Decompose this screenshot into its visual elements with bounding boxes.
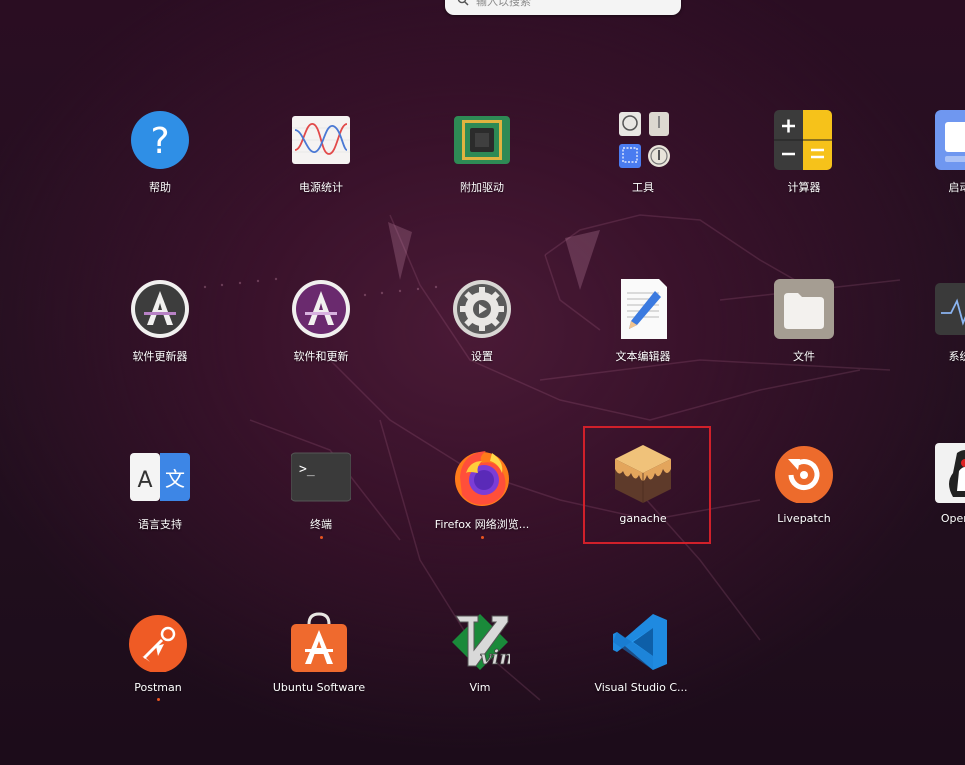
software-updater-icon	[130, 279, 190, 339]
app-label: Visual Studio C...	[594, 681, 688, 694]
startup-applications-icon	[935, 110, 965, 170]
app-ubuntu-software[interactable]: Ubuntu Software	[254, 612, 384, 732]
software-and-updates-icon	[291, 279, 351, 339]
app-files[interactable]: 文件	[739, 279, 869, 399]
livepatch-icon	[774, 443, 834, 503]
text-editor-icon	[613, 279, 673, 339]
app-label: 启动应	[948, 181, 965, 194]
help-icon: ?	[130, 110, 190, 170]
app-label: Postman	[134, 681, 182, 694]
postman-icon	[128, 612, 188, 672]
svg-text:A: A	[137, 468, 152, 493]
settings-icon	[452, 279, 512, 339]
app-label: 语言支持	[138, 518, 182, 531]
app-text-editor[interactable]: 文本编辑器	[578, 279, 708, 399]
app-openjdk[interactable]: OpenJDK	[900, 443, 965, 563]
app-label: Vim	[469, 681, 491, 694]
app-label: 文件	[793, 350, 815, 363]
app-system-monitor[interactable]: 系统监	[900, 279, 965, 399]
vim-icon: vim	[450, 612, 510, 672]
vscode-icon	[611, 612, 671, 672]
svg-text:文: 文	[165, 467, 185, 491]
app-label: Livepatch	[777, 512, 831, 525]
app-help[interactable]: ? 帮助	[95, 110, 225, 230]
app-label: 帮助	[149, 181, 171, 194]
app-software-and-updates[interactable]: 软件和更新	[256, 279, 386, 399]
files-icon	[774, 279, 834, 339]
ubuntu-software-icon	[289, 612, 349, 672]
system-monitor-icon	[935, 279, 965, 339]
calculator-icon	[774, 110, 834, 170]
language-support-icon: A 文	[130, 447, 190, 507]
app-label: 文本编辑器	[615, 350, 671, 363]
power-statistics-icon	[291, 110, 351, 170]
firefox-icon	[452, 447, 512, 507]
search-input[interactable]	[476, 0, 656, 8]
app-label: 终端	[310, 518, 332, 531]
app-language-support[interactable]: A 文 语言支持	[95, 447, 225, 567]
app-terminal[interactable]: >_ 终端	[256, 447, 386, 567]
app-vim[interactable]: vim Vim	[415, 612, 545, 732]
app-label: 电源统计	[299, 181, 343, 194]
app-label: Ubuntu Software	[272, 681, 366, 694]
app-vscode[interactable]: Visual Studio C...	[576, 612, 706, 732]
app-label: Firefox 网络浏览...	[434, 518, 530, 531]
app-label: OpenJDK	[940, 512, 965, 525]
running-indicator	[156, 698, 160, 701]
app-label: 设置	[471, 350, 493, 363]
app-software-updater[interactable]: 软件更新器	[95, 279, 225, 399]
app-label: 系统监	[948, 350, 965, 363]
app-label: 软件和更新	[293, 350, 349, 363]
app-startup-applications[interactable]: 启动应	[900, 110, 965, 230]
svg-text:vim: vim	[480, 645, 510, 669]
app-power-statistics[interactable]: 电源统计	[256, 110, 386, 230]
additional-drivers-icon	[452, 110, 512, 170]
app-livepatch[interactable]: Livepatch	[739, 443, 869, 563]
openjdk-icon	[935, 443, 965, 503]
app-additional-drivers[interactable]: 附加驱动	[417, 110, 547, 230]
app-label: 计算器	[787, 181, 821, 194]
app-utilities-folder[interactable]: 工具	[578, 110, 708, 230]
utilities-folder-icon	[613, 110, 673, 170]
app-label: 附加驱动	[460, 181, 504, 194]
svg-text:>_: >_	[299, 462, 315, 477]
app-firefox[interactable]: Firefox 网络浏览...	[417, 447, 547, 567]
running-indicator	[480, 536, 484, 539]
terminal-icon: >_	[291, 447, 351, 507]
search-field[interactable]	[445, 0, 681, 15]
app-calculator[interactable]: 计算器	[739, 110, 869, 230]
app-label: 软件更新器	[132, 350, 188, 363]
app-settings[interactable]: 设置	[417, 279, 547, 399]
svg-text:?: ?	[150, 121, 169, 162]
selection-highlight-box	[583, 426, 711, 544]
app-label: 工具	[632, 181, 654, 194]
running-indicator	[319, 536, 323, 539]
search-icon	[457, 0, 469, 6]
app-postman[interactable]: Postman	[93, 612, 223, 732]
